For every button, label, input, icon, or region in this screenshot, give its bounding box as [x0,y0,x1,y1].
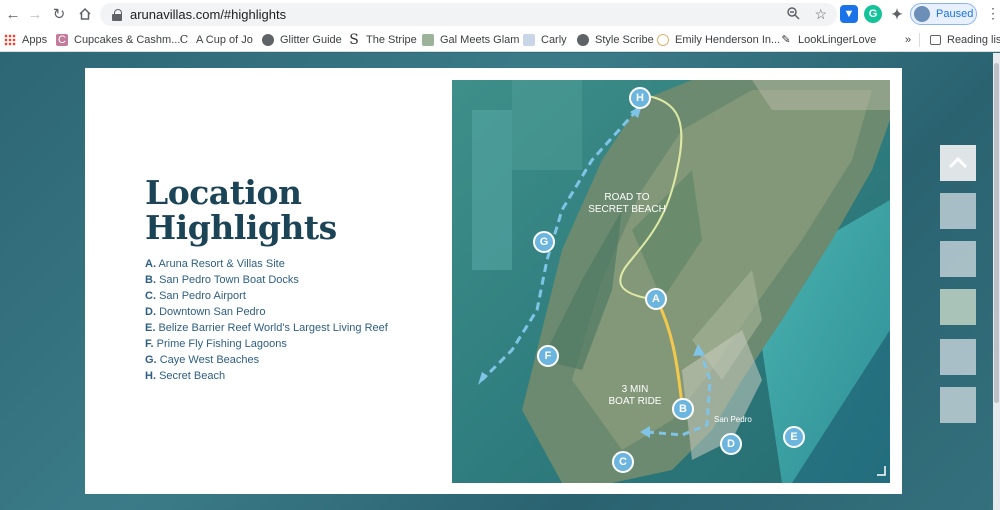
section-nav-item[interactable] [940,241,976,277]
reading-list-icon [930,35,941,45]
marker-e[interactable]: E [783,426,805,448]
page-scrollbar[interactable] [993,53,1000,510]
stripe-icon: S [349,32,359,48]
scrollbar-thumb[interactable] [994,63,999,403]
marker-f[interactable]: F [537,345,559,367]
profile-status: Paused [936,8,974,20]
address-bar[interactable]: arunavillas.com/#highlights ☆ [100,3,837,26]
bookmark-item[interactable]: Carly [523,32,567,48]
extension-icon[interactable]: ▼ [840,5,858,23]
section-nav-item-active[interactable] [940,289,976,325]
reading-list-button[interactable]: Reading list [930,32,1000,48]
apps-grid-icon [4,34,16,46]
cupcakes-icon: C [56,34,68,46]
highlights-list: A. Aruna Resort & Villas Site B. San Ped… [145,256,388,384]
scroll-up-button[interactable] [940,145,976,181]
bookmark-item[interactable]: Glitter Guide [262,32,342,48]
star-icon[interactable]: ☆ [814,6,827,23]
forward-icon[interactable]: → [22,0,48,28]
list-item: A. Aruna Resort & Villas Site [145,258,285,270]
reload-icon[interactable]: ↻ [46,0,72,28]
location-map: ROAD TO SECRET BEACH 3 MIN BOAT RIDE San P… [452,80,890,483]
profile-button[interactable]: Paused [910,3,977,25]
list-item: G. Caye West Beaches [145,354,260,366]
divider [919,33,920,47]
galmeetsglam-icon [422,34,434,46]
pen-icon: ✎ [781,34,791,46]
marker-b[interactable]: B [672,398,694,420]
globe-icon [262,34,274,46]
marker-a[interactable]: A [645,288,667,310]
marker-h[interactable]: H [629,87,651,109]
section-title: Location Highlights [145,173,337,247]
bookmark-item[interactable]: S The Stripe [348,32,417,48]
emily-henderson-icon [657,34,669,46]
list-item: H. Secret Beach [145,370,226,382]
url-text: arunavillas.com/#highlights [130,7,287,22]
marker-g[interactable]: G [533,231,555,253]
map-image [452,80,890,483]
marker-d[interactable]: D [720,433,742,455]
globe-icon [577,34,589,46]
bookmark-item[interactable]: C A Cup of Jo [178,32,253,48]
bookmarks-overflow-button[interactable]: » [905,32,911,48]
home-icon[interactable] [72,0,98,28]
section-nav-item[interactable] [940,387,976,423]
zoom-icon[interactable] [786,6,800,23]
bookmark-item[interactable]: C Cupcakes & Cashm... [56,32,180,48]
list-item: D. Downtown San Pedro [145,306,266,318]
section-nav-item[interactable] [940,193,976,229]
avatar [914,6,930,22]
bookmarks-bar: Apps C Cupcakes & Cashm... C A Cup of Jo… [0,28,1000,52]
bookmark-item[interactable]: Gal Meets Glam [422,32,519,48]
marker-c[interactable]: C [612,451,634,473]
bookmark-apps[interactable]: Apps [4,32,47,48]
list-item: E. Belize Barrier Reef World's Largest L… [145,322,388,334]
grammarly-icon[interactable]: G [864,5,882,23]
boat-label: 3 MIN BOAT RIDE [608,384,662,407]
section-nav-item[interactable] [940,339,976,375]
menu-icon[interactable]: ⋮ [986,5,1000,22]
bookmark-item[interactable]: Emily Henderson In... [657,32,780,48]
browser-toolbar: ← → ↻ arunavillas.com/#highlights ☆ ▼ G … [0,0,1000,28]
town-label: San Pedro [714,415,752,424]
bookmark-item[interactable]: Style Scribe [577,32,654,48]
cupofjo-icon: C [179,33,189,46]
lock-icon [112,8,122,21]
carly-icon [523,34,535,46]
puzzle-icon[interactable]: ✦ [888,5,906,23]
list-item: F. Prime Fly Fishing Lagoons [145,338,287,350]
list-item: C. San Pedro Airport [145,290,246,302]
list-item: B. San Pedro Town Boat Docks [145,274,299,286]
chevron-up-icon [948,157,968,169]
road-label: ROAD TO SECRET BEACH [588,192,666,215]
bookmark-item[interactable]: ✎ LookLingerLove [780,32,876,48]
